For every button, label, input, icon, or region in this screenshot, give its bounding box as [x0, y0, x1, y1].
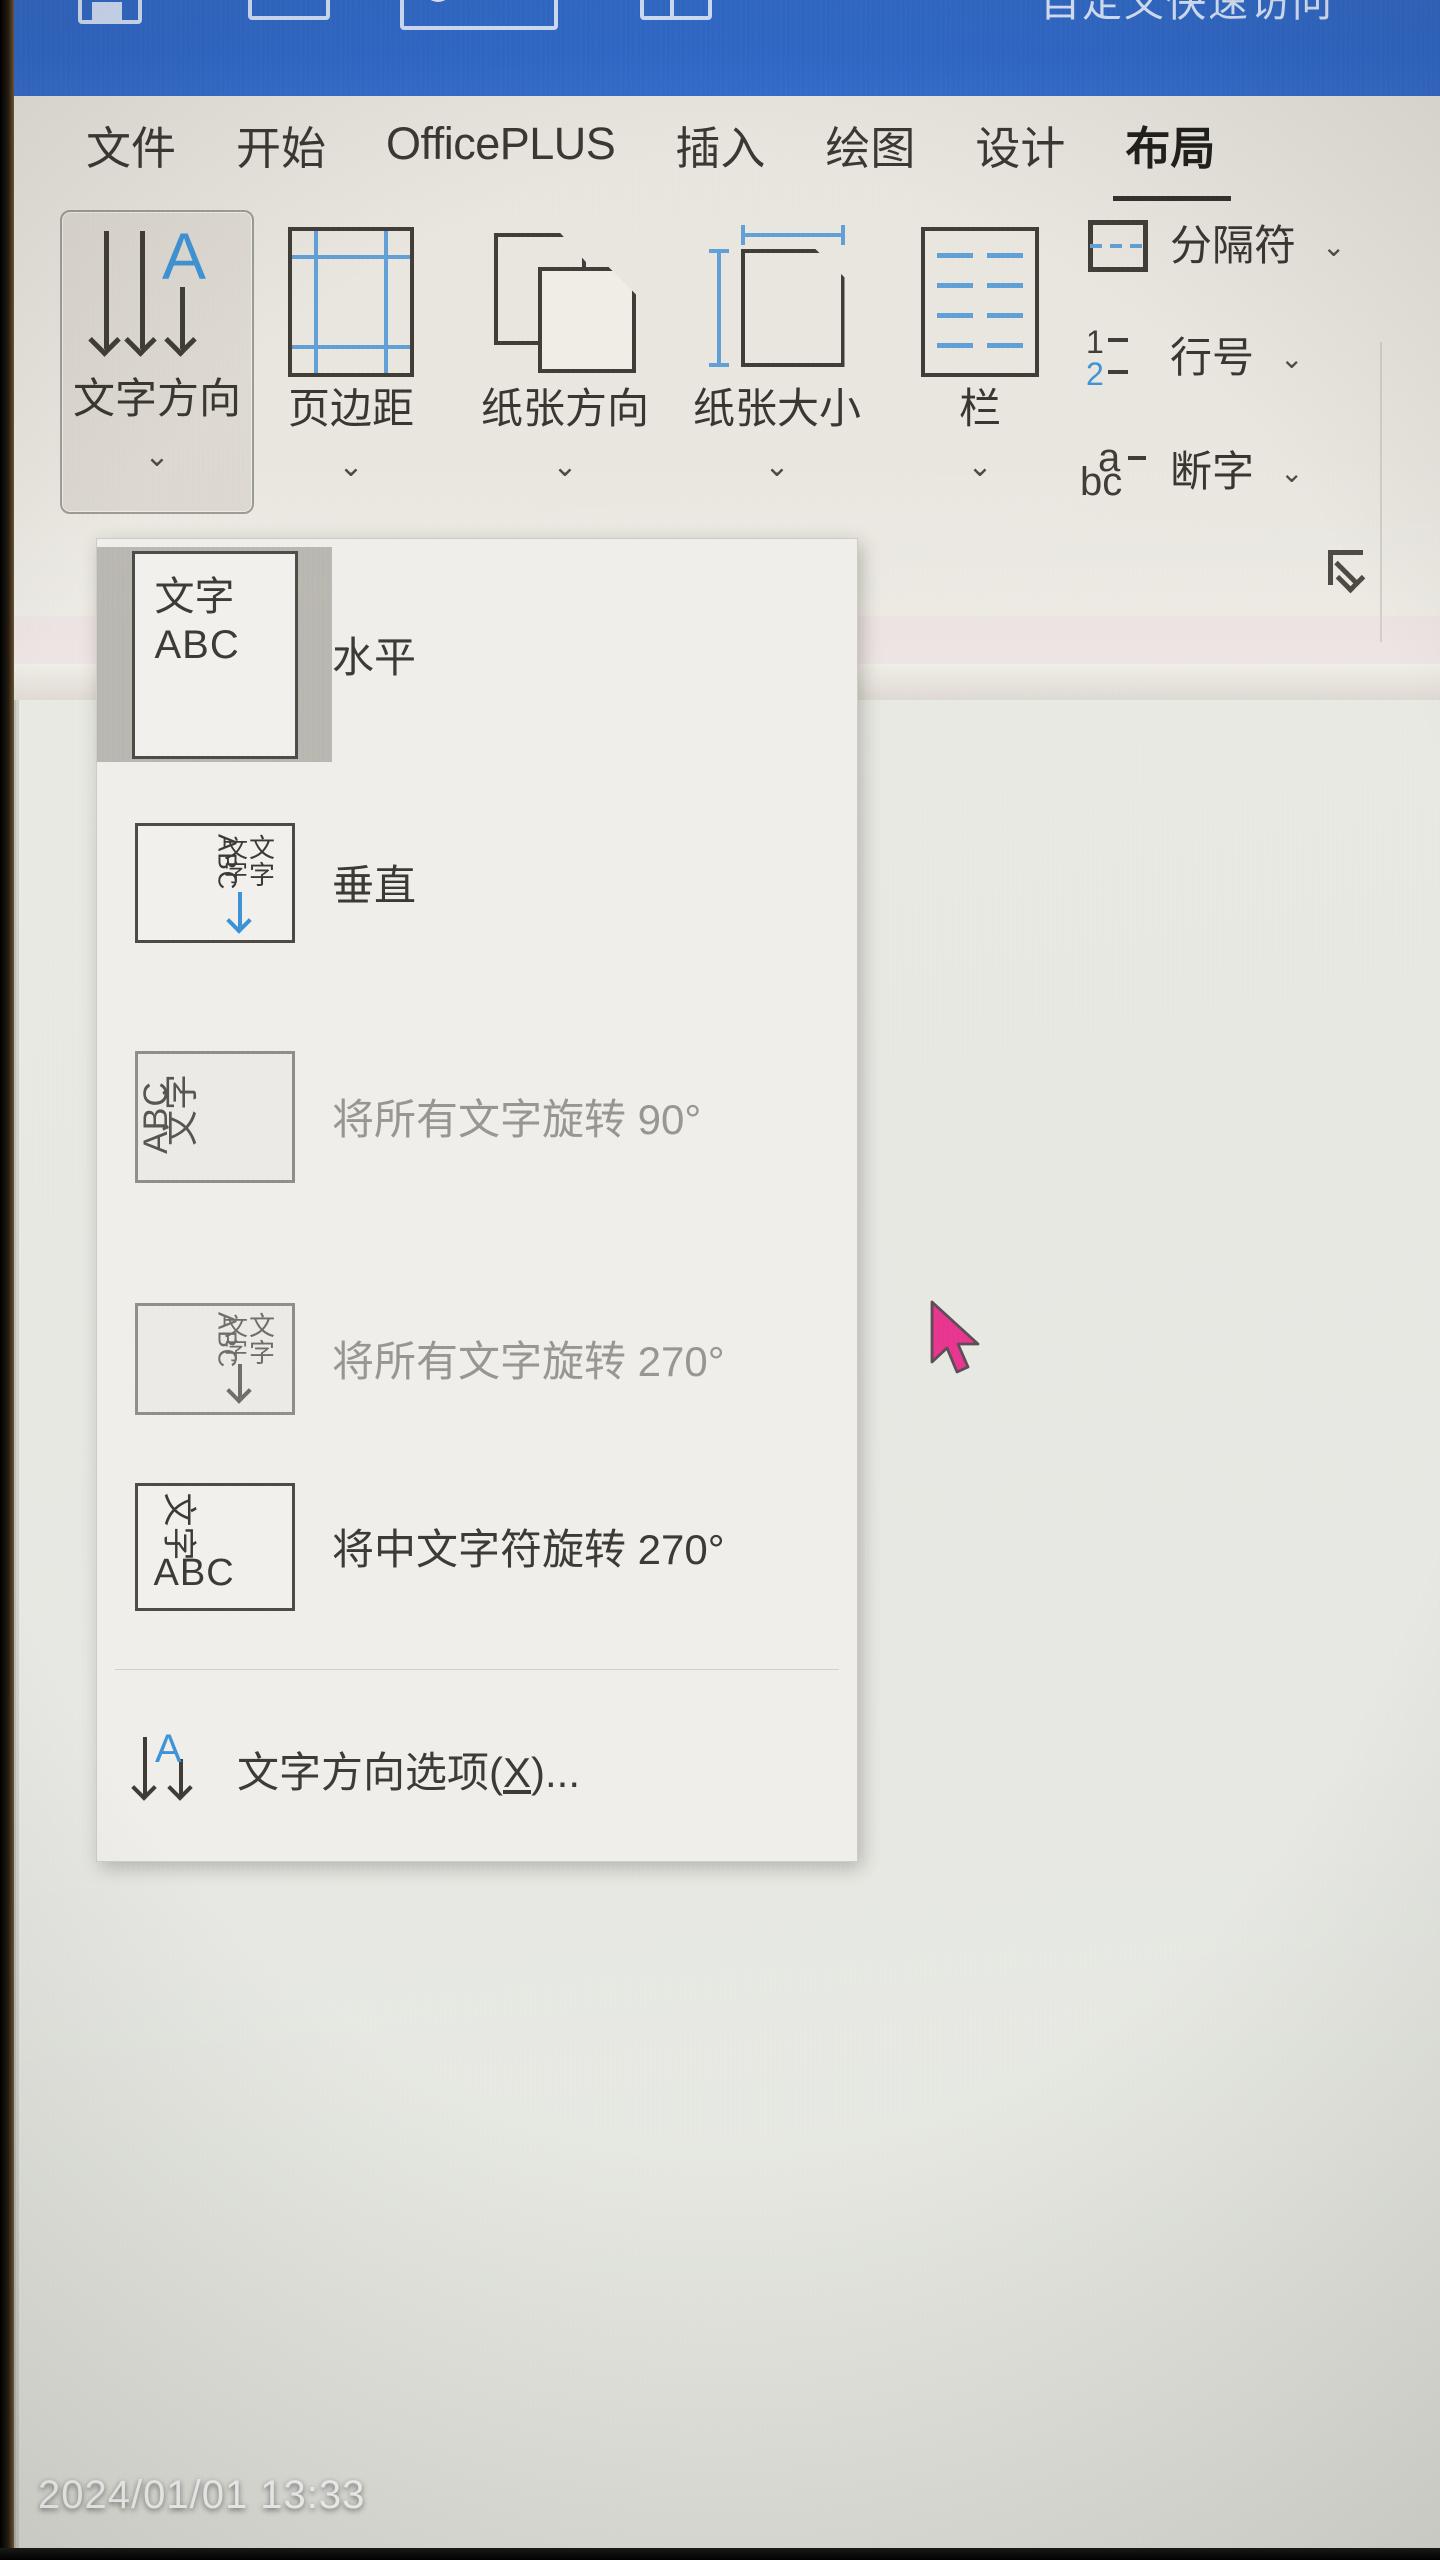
orientation-button[interactable]: 纸张方向 ⌄	[460, 222, 670, 482]
dropdown-label-horizontal: 水平	[332, 634, 417, 681]
tab-draw[interactable]: 绘图	[795, 112, 945, 177]
autosave-toggle-icon[interactable]: ✕	[400, 0, 558, 30]
quick-access-toolbar: ✕ 自定义快速访问	[0, 0, 1440, 96]
breaks-button[interactable]: 分隔符 ⌄	[1082, 214, 1345, 278]
dropdown-item-selected-highlight: 文字 ABC	[97, 547, 332, 762]
rotate-270-thumb-icon: 文字 文字ABC	[134, 1302, 295, 1415]
window-icon[interactable]	[640, 0, 712, 20]
text-direction-label: 文字方向	[72, 375, 241, 422]
dropdown-label-rotate-cjk-270: 将中文字符旋转 270°	[332, 1526, 725, 1573]
dropdown-item-text-direction-options[interactable]: A 文字方向选项(X)...	[97, 1689, 857, 1849]
orientation-label: 纸张方向	[480, 385, 649, 432]
hyphenation-button[interactable]: a bc 断字 ⌄	[1080, 438, 1303, 504]
text-direction-button[interactable]: A 文字方向 ⌄	[60, 210, 254, 514]
thumb-flow-arrow-icon	[237, 891, 242, 928]
hyphenation-chevron-down-icon[interactable]: ⌄	[1280, 456, 1303, 489]
text-direction-options-icon: A	[133, 1729, 197, 1807]
columns-label: 栏	[958, 385, 1001, 432]
photographed-screen: ✕ 自定义快速访问 文件 开始 OfficePLUS 插入 绘图 设计 布局	[0, 0, 1440, 2560]
letter-a-icon: A	[162, 219, 207, 293]
hyphenation-icon: a bc	[1080, 438, 1154, 504]
columns-chevron-down-icon[interactable]: ⌄	[900, 452, 1060, 482]
line-numbers-label: 行号	[1170, 334, 1255, 381]
text-direction-chevron-down-icon[interactable]: ⌄	[62, 442, 252, 472]
ribbon-tab-bar: 文件 开始 OfficePLUS 插入 绘图 设计 布局	[0, 96, 1440, 201]
line-numbers-chevron-down-icon[interactable]: ⌄	[1280, 342, 1303, 375]
tab-insert[interactable]: 插入	[645, 112, 795, 177]
tab-design[interactable]: 设计	[945, 112, 1095, 177]
hyphenation-label: 断字	[1170, 448, 1255, 495]
line-numbers-icon: 12	[1082, 326, 1154, 390]
arrow-down-1-icon	[104, 231, 109, 349]
breaks-label: 分隔符	[1170, 222, 1297, 269]
options-accelerator: X	[503, 1748, 532, 1796]
orientation-icon	[460, 222, 670, 382]
options-label-before: 文字方向选项(	[237, 1748, 503, 1796]
thumb-flow-arrow-2-icon	[237, 1363, 242, 1398]
margins-icon	[256, 222, 446, 382]
timestamp-overlay: 2024/01/01 13:33	[38, 2473, 366, 2517]
paper-size-icon	[672, 222, 882, 382]
margins-button[interactable]: 页边距 ⌄	[256, 222, 446, 482]
autosave-knob-icon	[424, 0, 452, 2]
margins-chevron-down-icon[interactable]: ⌄	[256, 452, 446, 482]
tab-file[interactable]: 文件	[56, 112, 206, 177]
device-bezel-left	[0, 0, 14, 2560]
paper-size-button[interactable]: 纸张大小 ⌄	[672, 222, 882, 482]
save-icon[interactable]	[78, 0, 142, 24]
tab-officeplus[interactable]: OfficePLUS	[356, 118, 645, 170]
dropdown-divider	[115, 1669, 839, 1670]
thumb-line-cjk: 文字	[154, 574, 235, 619]
paper-size-label: 纸张大小	[692, 385, 861, 432]
orientation-chevron-down-icon[interactable]: ⌄	[460, 452, 670, 482]
columns-icon	[900, 222, 1060, 382]
line-numbers-button[interactable]: 12 行号 ⌄	[1082, 326, 1303, 390]
ribbon-group-divider	[1380, 342, 1382, 642]
dropdown-label-vertical: 垂直	[332, 862, 417, 909]
dropdown-item-rotate-cjk-270[interactable]: 文字 ABC 将中文字符旋转 270°	[97, 1439, 857, 1654]
device-bezel-bottom	[0, 2548, 1440, 2560]
rotate-cjk-270-thumb-icon: 文字 ABC	[134, 1482, 295, 1611]
dropdown-item-vertical[interactable]: 文字 文字ABC 垂直	[97, 775, 857, 990]
thumb-line-latin: ABC	[154, 622, 240, 667]
options-label-after: )...	[531, 1748, 581, 1796]
mouse-pointer-icon	[930, 1300, 980, 1374]
arrow-down-2-icon	[140, 231, 145, 349]
dropdown-label-rotate-270: 将所有文字旋转 270°	[332, 1338, 725, 1385]
arrow-down-3-icon	[180, 287, 185, 349]
columns-button[interactable]: 栏 ⌄	[900, 222, 1060, 482]
dropdown-thumb-slot: 文字 文字ABC	[97, 1251, 332, 1466]
quick-access-right-label: 自定义快速访问	[1040, 0, 1334, 25]
paper-size-chevron-down-icon[interactable]: ⌄	[672, 452, 882, 482]
horizontal-thumb-icon: 文字 ABC	[131, 550, 298, 759]
dropdown-thumb-slot: 文字 ABC	[97, 1439, 332, 1654]
dropdown-label-rotate-90: 将所有文字旋转 90°	[332, 1096, 702, 1143]
text-direction-icon: A	[62, 212, 252, 372]
dropdown-options-label: 文字方向选项(X)...	[237, 1739, 580, 1800]
breaks-icon	[1082, 214, 1154, 278]
dropdown-item-horizontal[interactable]: 文字 ABC 水平	[97, 547, 857, 762]
margins-label: 页边距	[287, 385, 414, 432]
tab-home[interactable]: 开始	[206, 112, 356, 177]
dialog-launcher-icon[interactable]	[1328, 550, 1372, 594]
undo-icon[interactable]	[248, 0, 330, 20]
vertical-thumb-icon: 文字 文字ABC	[134, 822, 295, 943]
dropdown-item-rotate-90[interactable]: 文字 ABC 将所有文字旋转 90°	[97, 1009, 857, 1224]
breaks-chevron-down-icon[interactable]: ⌄	[1322, 230, 1345, 263]
autosave-x-icon: ✕	[478, 0, 503, 2]
dropdown-thumb-slot: 文字 ABC	[97, 1009, 332, 1224]
dropdown-item-rotate-270[interactable]: 文字 文字ABC 将所有文字旋转 270°	[97, 1251, 857, 1466]
rotate-90-thumb-icon: 文字 ABC	[134, 1050, 295, 1183]
document-left-edge	[16, 700, 19, 2560]
text-direction-dropdown-menu[interactable]: 文字 ABC 水平 文字 文字ABC 垂直 文字 ABC 将所有文字旋转 90°…	[96, 538, 858, 1862]
tab-layout[interactable]: 布局	[1095, 112, 1245, 201]
dropdown-thumb-slot: 文字 文字ABC	[97, 775, 332, 990]
